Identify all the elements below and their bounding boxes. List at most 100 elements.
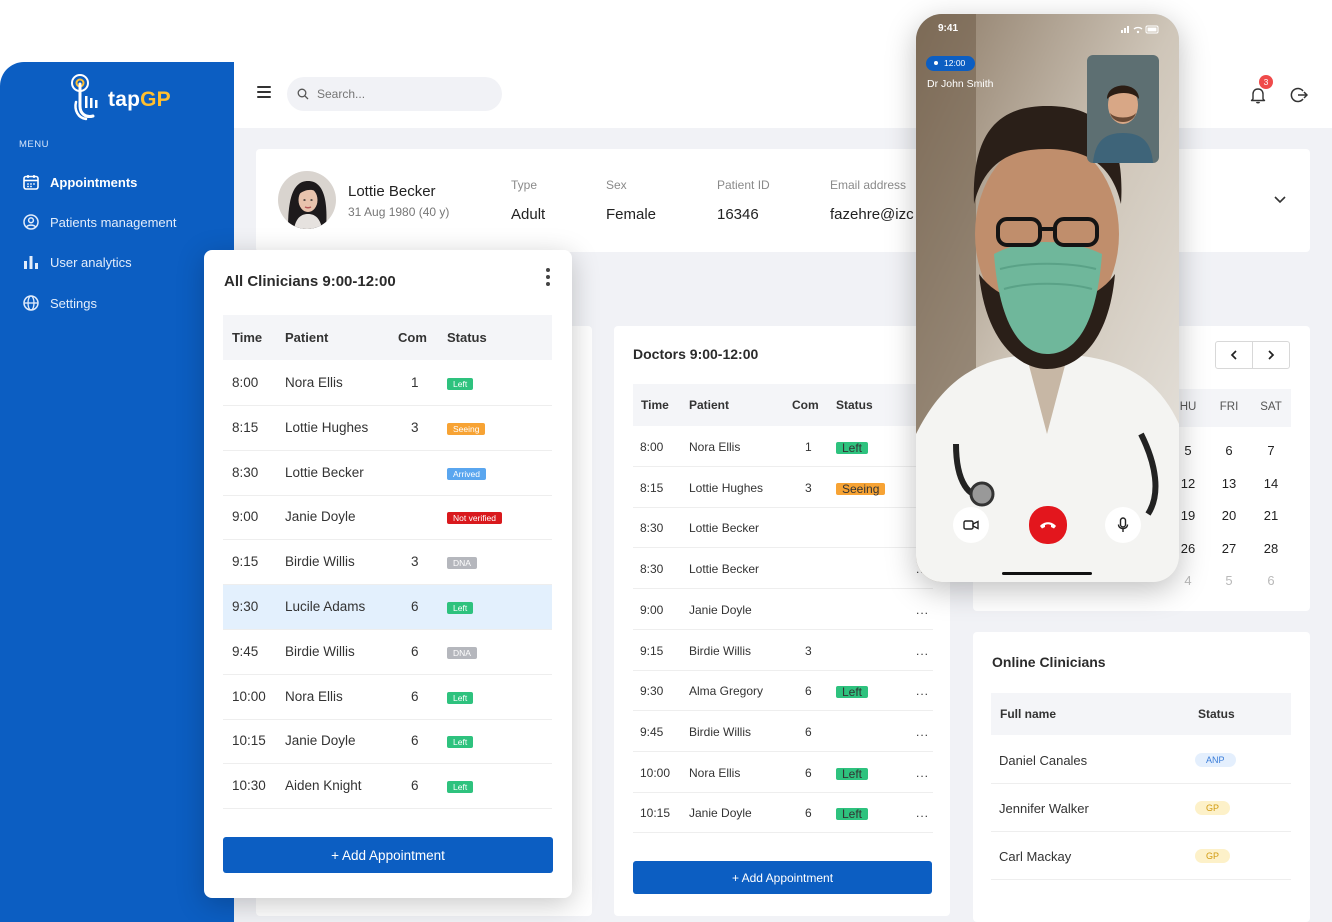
- table-row[interactable]: 10:00 Nora Ellis 6 Left: [223, 675, 552, 720]
- status-badge: Not verified: [447, 512, 502, 525]
- cell-patient: Janie Doyle: [689, 806, 752, 821]
- calendar-day[interactable]: 27: [1214, 541, 1244, 556]
- email-label: Email address: [830, 178, 907, 192]
- table-row[interactable]: 8:00 Nora Ellis 1 Left: [223, 361, 552, 406]
- cell-com: 6: [411, 688, 419, 704]
- sidebar-item-label: Appointments: [50, 174, 138, 190]
- table-row[interactable]: 8:15 Lottie Hughes 3 Seeing: [223, 406, 552, 451]
- toggle-microphone-button[interactable]: [1105, 507, 1141, 543]
- status-badge: Left: [447, 602, 474, 614]
- clinician-row[interactable]: Daniel Canales ANP: [991, 736, 1291, 784]
- table-row[interactable]: 8:30Lottie Becker...: [633, 508, 933, 549]
- table-row[interactable]: 9:45 Birdie Willis 6 DNA: [223, 630, 552, 675]
- clinician-row[interactable]: Jennifer Walker GP: [991, 784, 1291, 832]
- doctors-title: Doctors 9:00-12:00: [633, 346, 759, 362]
- all-clinicians-table-header: Time Patient Com Status: [223, 315, 552, 360]
- call-duration-badge: 12:00: [926, 56, 976, 71]
- toggle-video-button[interactable]: [953, 507, 989, 543]
- cell-time: 10:15: [232, 733, 266, 749]
- clinician-row[interactable]: Carl Mackay GP: [991, 832, 1291, 880]
- phone-clock: 9:41: [938, 23, 959, 34]
- calendar-day[interactable]: 21: [1256, 508, 1286, 523]
- logout-icon[interactable]: [1290, 86, 1308, 104]
- status-badge: Left: [447, 378, 474, 390]
- sidebar-item-user-analytics[interactable]: User analytics: [22, 250, 132, 274]
- end-call-button[interactable]: [1029, 506, 1067, 544]
- calendar-day[interactable]: 13: [1214, 476, 1244, 491]
- cell-patient: Lottie Becker: [285, 464, 364, 480]
- table-row[interactable]: 10:00 Nora Ellis 6 Left...: [633, 753, 933, 793]
- cell-time: 10:00: [640, 765, 671, 780]
- more-options-icon[interactable]: ...: [916, 684, 929, 698]
- table-row[interactable]: 9:15 Birdie Willis 3 DNA: [223, 540, 552, 586]
- col-status: Status: [1198, 707, 1235, 721]
- more-options-icon[interactable]: ...: [916, 644, 929, 658]
- table-row[interactable]: 9:00 Janie Doyle Not verified: [223, 495, 552, 541]
- status-badge: Left: [836, 442, 869, 454]
- hamburger-menu-icon[interactable]: [257, 86, 271, 98]
- cell-com: 6: [805, 806, 812, 821]
- calendar-prev-button[interactable]: [1215, 341, 1253, 369]
- table-row[interactable]: 9:00 Janie Doyle...: [633, 590, 933, 630]
- cell-time: 8:15: [232, 419, 259, 435]
- cell-time: 9:15: [232, 554, 259, 570]
- more-options-icon[interactable]: ...: [916, 766, 929, 780]
- calendar-day[interactable]: 6: [1256, 573, 1286, 588]
- table-row[interactable]: 9:30 Lucile Adams 6 Left: [223, 585, 552, 630]
- table-row[interactable]: 8:00Nora Ellis1Left...: [633, 427, 933, 467]
- more-options-icon[interactable]: ...: [916, 806, 929, 820]
- tapgp-logo[interactable]: tapGP: [66, 72, 186, 124]
- cell-com: 6: [805, 684, 812, 699]
- calendar-day[interactable]: 6: [1214, 443, 1244, 458]
- table-row[interactable]: 9:30 Alma Gregory 6 Left...: [633, 671, 933, 712]
- sidebar-item-label: User analytics: [50, 254, 132, 270]
- calendar-day[interactable]: 5: [1214, 573, 1244, 588]
- status-badge: Left: [447, 781, 474, 794]
- cell-time: 8:30: [640, 562, 664, 577]
- calendar-day[interactable]: 28: [1256, 541, 1286, 556]
- table-row[interactable]: 9:45 Birdie Willis 6...: [633, 712, 933, 752]
- patient-id-value: 16346: [717, 206, 759, 223]
- table-row[interactable]: 8:30Lottie Becker...: [633, 549, 933, 590]
- more-options-icon[interactable]: ...: [916, 725, 929, 739]
- cell-patient: Nora Ellis: [285, 688, 343, 704]
- table-row[interactable]: 10:15 Janie Doyle 6 Left: [223, 719, 552, 765]
- sidebar-item-patients-management[interactable]: Patients management: [22, 210, 176, 234]
- touch-hand-icon: [71, 74, 98, 121]
- cell-com: 3: [805, 480, 812, 495]
- sidebar-item-appointments[interactable]: Appointments: [22, 170, 137, 194]
- globe-icon: [23, 295, 39, 311]
- table-row[interactable]: 9:15 Birdie Willis 3...: [633, 631, 933, 671]
- cell-patient: Nora Ellis: [689, 765, 741, 780]
- email-value: fazehre@izc: [830, 206, 914, 223]
- cell-patient: Birdie Willis: [689, 724, 752, 739]
- status-badge: Seeing: [447, 422, 486, 435]
- search-box[interactable]: [287, 77, 502, 111]
- hang-up-icon: [1040, 522, 1056, 529]
- cell-time: 9:45: [640, 724, 664, 739]
- table-row[interactable]: 8:30 Lottie Becker Arrived: [223, 451, 552, 496]
- cell-time: 8:15: [640, 480, 664, 495]
- patient-dob: 31 Aug 1980 (40 y): [348, 205, 450, 219]
- kebab-menu-icon[interactable]: [546, 268, 552, 286]
- calendar-day[interactable]: 7: [1256, 443, 1286, 458]
- table-row[interactable]: 10:15 Janie Doyle 6 Left...: [633, 793, 933, 834]
- table-row[interactable]: 10:30 Aiden Knight 6 Left: [223, 764, 552, 810]
- col-com: Com: [398, 330, 427, 345]
- role-badge: GP: [1195, 801, 1231, 815]
- cell-com: 1: [411, 375, 419, 390]
- sidebar-item-settings[interactable]: Settings: [22, 291, 97, 315]
- status-badge: DNA: [447, 557, 477, 570]
- cell-patient: Alma Gregory: [689, 684, 764, 699]
- add-appointment-button[interactable]: + Add Appointment: [223, 837, 553, 873]
- more-options-icon[interactable]: ...: [916, 603, 929, 617]
- search-input[interactable]: [317, 87, 487, 101]
- chevron-down-icon[interactable]: [1273, 194, 1287, 206]
- calendar-day[interactable]: 20: [1214, 508, 1244, 523]
- signal-wifi-battery-icon: [1121, 25, 1159, 34]
- notification-count-badge: 3: [1259, 75, 1273, 89]
- table-row[interactable]: 8:15Lottie Hughes3Seeing...: [633, 468, 933, 508]
- calendar-day[interactable]: 14: [1256, 476, 1286, 491]
- calendar-next-button[interactable]: [1252, 341, 1290, 369]
- doctors-add-appointment-button[interactable]: + Add Appointment: [633, 861, 932, 894]
